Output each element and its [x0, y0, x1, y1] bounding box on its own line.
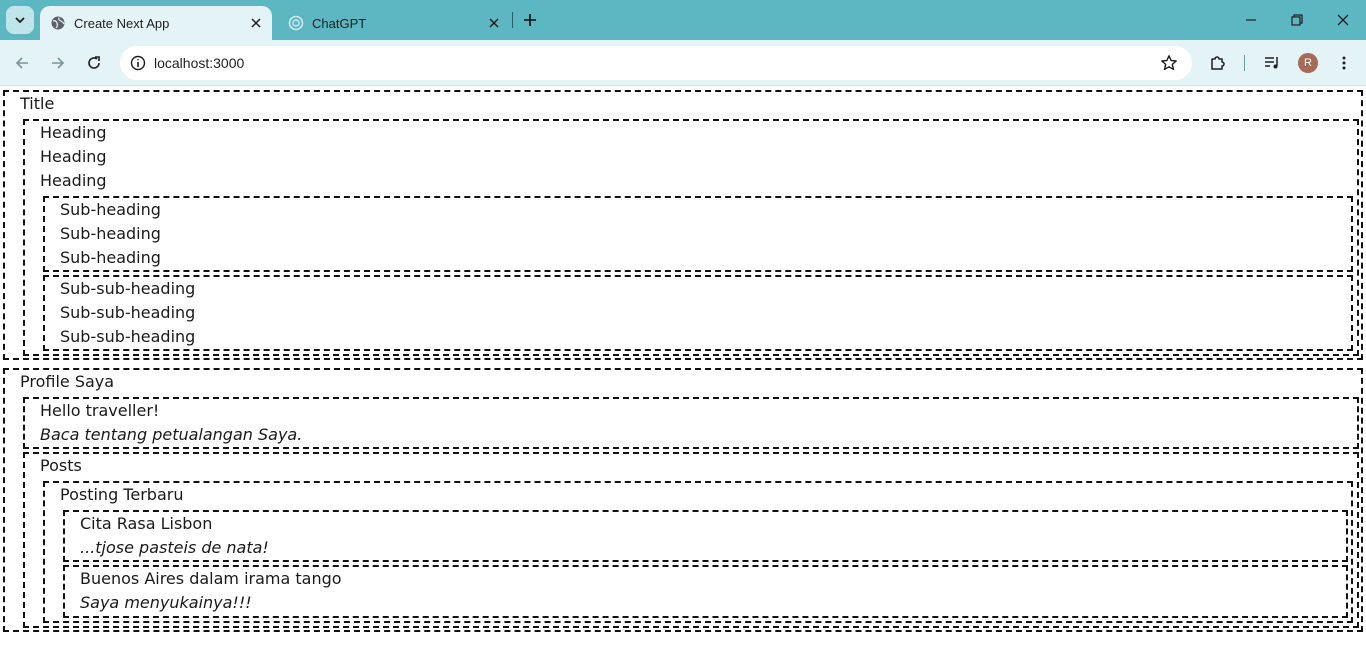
toolbar-separator: [1244, 55, 1245, 71]
chevron-down-icon: [14, 14, 26, 26]
minimize-icon: [1245, 14, 1257, 26]
forward-button[interactable]: [44, 49, 72, 77]
section-title: Title: [20, 94, 55, 113]
tab-create-next-app[interactable]: Create Next App: [40, 6, 272, 40]
minimize-button[interactable]: [1228, 6, 1274, 34]
arrow-left-icon: [14, 55, 30, 71]
heading-text: Heading: [40, 171, 107, 190]
openai-icon: [288, 15, 304, 31]
subsubheading-section: [43, 275, 1353, 351]
reload-button[interactable]: [80, 49, 108, 77]
menu-button[interactable]: [1332, 51, 1356, 75]
tab-chatgpt[interactable]: ChatGPT: [278, 6, 510, 40]
more-vertical-icon: [1336, 55, 1352, 71]
playlist-icon: [1263, 54, 1281, 72]
url-text[interactable]: localhost:3000: [154, 55, 1154, 71]
post-title: Cita Rasa Lisbon: [80, 514, 213, 533]
subheading-section: [43, 196, 1353, 272]
tab-title: Create Next App: [74, 15, 170, 31]
arrow-right-icon: [50, 55, 66, 71]
subsubheading-text: Sub-sub-heading: [60, 303, 196, 322]
greeting-text: Hello traveller!: [40, 401, 160, 420]
post-excerpt: ...tjose pasteis de nata!: [80, 538, 269, 557]
extensions-button[interactable]: [1206, 51, 1230, 75]
close-tab-icon[interactable]: [246, 13, 266, 33]
new-tab-button[interactable]: [518, 8, 542, 32]
post-excerpt: Saya menyukainya!!!: [80, 593, 252, 612]
heading-text: Heading: [40, 147, 107, 166]
close-tab-icon[interactable]: [484, 13, 504, 33]
tab-search-button[interactable]: [6, 6, 34, 34]
tagline-text: Baca tentang petualangan Saya.: [40, 425, 303, 444]
posts-label: Posts: [40, 456, 82, 475]
subheading-text: Sub-heading: [60, 224, 161, 243]
profile-title: Profile Saya: [20, 372, 115, 391]
back-button[interactable]: [8, 49, 36, 77]
tab-title: ChatGPT: [312, 15, 367, 31]
close-window-button[interactable]: [1320, 6, 1366, 34]
subsubheading-text: Sub-sub-heading: [60, 279, 196, 298]
heading-text: Heading: [40, 123, 107, 142]
close-icon: [1337, 14, 1349, 26]
tab-separator: [512, 12, 513, 28]
globe-icon: [50, 15, 66, 31]
media-control-button[interactable]: [1260, 51, 1284, 75]
subheading-text: Sub-heading: [60, 200, 161, 219]
bookmark-star-icon[interactable]: [1154, 48, 1184, 78]
profile-avatar[interactable]: R: [1298, 53, 1318, 73]
post-title: Buenos Aires dalam irama tango: [80, 569, 342, 588]
subsubheading-text: Sub-sub-heading: [60, 327, 196, 346]
site-info-icon[interactable]: [122, 46, 154, 80]
latest-posts-label: Posting Terbaru: [60, 485, 184, 504]
restore-icon: [1291, 14, 1303, 26]
address-bar[interactable]: localhost:3000: [120, 46, 1192, 80]
puzzle-icon: [1209, 54, 1227, 72]
page-viewport: Title Heading Heading Heading Sub-headin…: [0, 87, 1366, 660]
plus-icon: [523, 13, 537, 27]
browser-toolbar: localhost:3000: [0, 40, 1366, 86]
tab-strip: Create Next App ChatGPT: [0, 0, 1366, 40]
reload-icon: [86, 55, 102, 71]
restore-button[interactable]: [1274, 6, 1320, 34]
subheading-text: Sub-heading: [60, 248, 161, 267]
